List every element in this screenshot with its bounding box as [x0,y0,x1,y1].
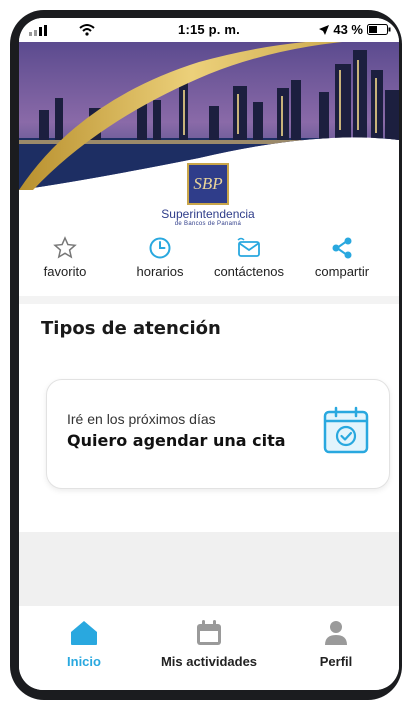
logo-name: Superintendencia [161,207,255,221]
contactenos-action[interactable]: contáctenos [209,236,289,279]
calendar-check-icon [323,406,369,454]
tab-perfil[interactable]: Perfil [311,620,361,669]
tab-inicio-label: Inicio [67,654,101,669]
compartir-action[interactable]: compartir [309,236,375,279]
app-screen: 1:15 p. m. 43 % SBP Superintendencia de … [19,18,399,690]
status-bar: 1:15 p. m. 43 % [19,18,399,42]
battery-icon [367,24,391,35]
logo-initials: SBP [187,163,229,205]
favorito-action[interactable]: favorito [41,236,89,279]
content-placeholder [19,532,399,606]
section-title: Tipos de atención [41,318,221,339]
horarios-label: horarios [136,264,184,279]
logo-subtitle: de Bancos de Panamá [174,221,242,227]
clock-icon [149,237,171,259]
user-icon [325,621,347,645]
tab-perfil-label: Perfil [319,654,353,669]
favorito-label: favorito [43,264,87,279]
battery-percent: 43 % [333,22,363,37]
star-icon [53,236,77,259]
action-row: favorito horarios contáctenos compartir [19,236,399,286]
calendar-icon [197,620,221,645]
home-icon [71,621,97,645]
bottom-tab-bar: Inicio Mis actividades Perfil [19,606,399,690]
tab-mis-actividades[interactable]: Mis actividades [157,620,261,669]
card-subtitle: Iré en los próximos días [67,411,216,427]
sbp-logo: SBP Superintendencia de Bancos de Panamá [161,163,255,245]
contactenos-label: contáctenos [213,264,285,279]
tab-mis-actividades-label: Mis actividades [160,654,258,669]
mail-icon [237,237,260,257]
tab-inicio[interactable]: Inicio [59,620,109,669]
appointment-card[interactable]: Iré en los próximos días Quiero agendar … [46,379,390,489]
section-divider [19,296,399,304]
location-arrow-icon [319,24,330,35]
share-icon [332,237,352,259]
card-title: Quiero agendar una cita [67,431,286,450]
compartir-label: compartir [314,264,370,279]
horarios-action[interactable]: horarios [133,236,187,279]
